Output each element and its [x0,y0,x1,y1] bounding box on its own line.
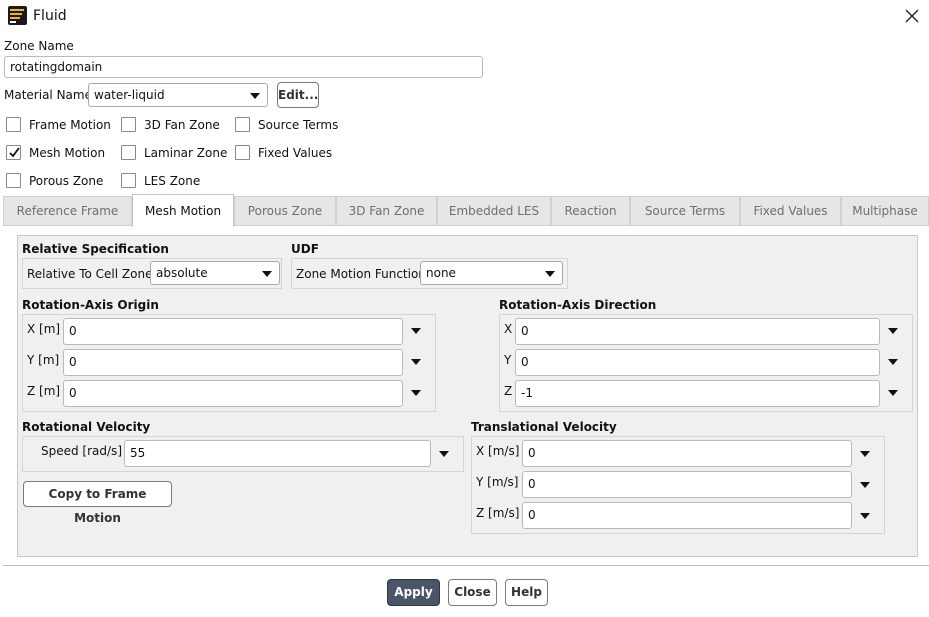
title-bar: Fluid [0,0,929,33]
direction-y-label: Y [504,353,512,367]
tab-mesh-motion[interactable]: Mesh Motion [132,194,234,227]
trans-x-input[interactable]: 0 [522,440,852,467]
direction-z-label: Z [504,384,513,398]
checkmark-icon [9,147,20,158]
mesh-motion-checkbox[interactable] [6,145,21,160]
copy-to-frame-motion-button[interactable]: Copy to Frame Motion [23,481,172,525]
fan-zone-3d-checkbox[interactable] [121,117,136,132]
footer-separator [3,565,929,566]
fixed-values-checkbox[interactable] [235,145,250,160]
udf-heading: UDF [291,242,319,256]
origin-z-expression-dropdown[interactable] [411,390,421,396]
close-button[interactable]: Close [448,579,497,606]
speed-label: Speed [rad/s] [41,444,122,458]
mesh-motion-label: Mesh Motion [29,146,106,160]
direction-x-label: X [504,322,513,336]
origin-y-expression-dropdown[interactable] [411,359,421,365]
chevron-down-icon [545,271,555,277]
edit-material-button[interactable]: Edit... [277,82,319,108]
porous-zone-checkbox[interactable] [6,173,21,188]
direction-x-input[interactable]: 0 [515,318,880,345]
translational-velocity-heading: Translational Velocity [471,420,617,434]
zone-motion-function-select[interactable]: none [420,261,563,285]
rotational-velocity-heading: Rotational Velocity [22,420,151,434]
direction-z-input[interactable]: -1 [515,380,880,407]
frame-motion-label: Frame Motion [29,118,111,132]
frame-motion-checkbox[interactable] [6,117,21,132]
speed-expression-dropdown[interactable] [439,451,449,457]
relative-to-cell-zone-select[interactable]: absolute [150,261,280,285]
trans-z-label: Z [m/s] [476,506,520,520]
trans-y-label: Y [m/s] [476,475,519,489]
les-zone-label: LES Zone [144,174,201,188]
relative-spec-heading: Relative Specification [22,242,169,256]
relative-to-cell-zone-value: absolute [156,266,208,280]
fan-zone-3d-label: 3D Fan Zone [144,118,220,132]
origin-z-label: Z [m] [27,384,61,398]
trans-z-input[interactable]: 0 [522,502,852,529]
laminar-zone-label: Laminar Zone [144,146,228,160]
direction-y-expression-dropdown[interactable] [888,359,898,365]
tab-bar: Reference Frame Mesh Motion Porous Zone … [3,194,929,227]
axis-origin-heading: Rotation-Axis Origin [22,298,159,312]
direction-y-input[interactable]: 0 [515,349,880,376]
chevron-down-icon [262,271,272,277]
trans-z-expression-dropdown[interactable] [860,513,870,519]
source-terms-label: Source Terms [258,118,339,132]
trans-x-expression-dropdown[interactable] [860,451,870,457]
tab-source-terms[interactable]: Source Terms [630,196,740,226]
direction-z-expression-dropdown[interactable] [888,390,898,396]
close-icon[interactable] [903,7,921,25]
window-title: Fluid [33,8,67,24]
trans-y-input[interactable]: 0 [522,471,852,498]
help-button[interactable]: Help [505,579,548,606]
material-select[interactable]: water-liquid [88,83,268,107]
material-select-value: water-liquid [94,88,165,102]
laminar-zone-checkbox[interactable] [121,145,136,160]
origin-z-input[interactable]: 0 [63,380,403,407]
axis-direction-heading: Rotation-Axis Direction [499,298,657,312]
les-zone-checkbox[interactable] [121,173,136,188]
origin-y-input[interactable]: 0 [63,349,403,376]
origin-x-expression-dropdown[interactable] [411,328,421,334]
origin-x-input[interactable]: 0 [63,318,403,345]
origin-y-label: Y [m] [27,353,60,367]
tab-multiphase[interactable]: Multiphase [841,196,929,226]
zone-motion-function-value: none [426,266,456,280]
trans-x-label: X [m/s] [476,444,520,458]
speed-input[interactable]: 55 [124,440,431,467]
trans-y-expression-dropdown[interactable] [860,482,870,488]
tab-porous-zone[interactable]: Porous Zone [234,196,336,226]
zone-name-input[interactable]: rotatingdomain [4,56,483,78]
zone-motion-function-label: Zone Motion Function [296,267,426,281]
chevron-down-icon [250,93,260,99]
porous-zone-label: Porous Zone [29,174,104,188]
origin-x-label: X [m] [27,322,61,336]
tab-embedded-les[interactable]: Embedded LES [437,196,551,226]
tab-reference-frame[interactable]: Reference Frame [3,196,132,226]
relative-to-cell-zone-label: Relative To Cell Zone [27,267,153,281]
tab-fixed-values[interactable]: Fixed Values [740,196,841,226]
fluent-app-icon [8,6,27,25]
apply-button[interactable]: Apply [387,579,440,606]
fixed-values-label: Fixed Values [258,146,333,160]
direction-x-expression-dropdown[interactable] [888,328,898,334]
source-terms-checkbox[interactable] [235,117,250,132]
zone-name-label: Zone Name [4,39,74,53]
material-name-label: Material Name [4,88,92,102]
tab-3d-fan-zone[interactable]: 3D Fan Zone [336,196,437,226]
tab-reaction[interactable]: Reaction [551,196,630,226]
